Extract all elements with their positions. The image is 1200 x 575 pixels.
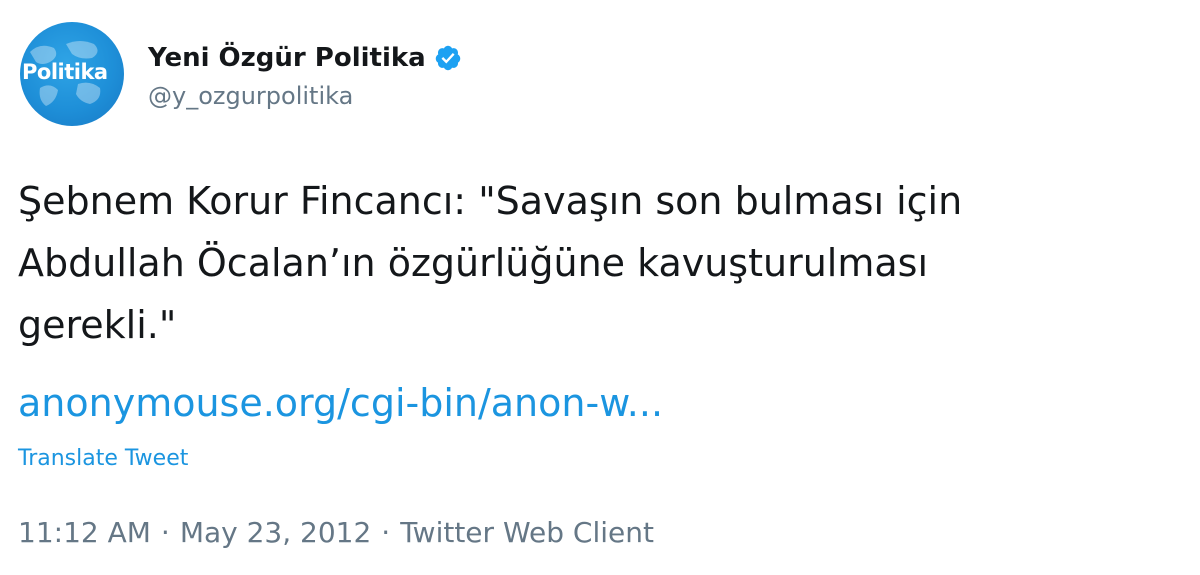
tweet-card: Politika Yeni Özgür Politika @y_ozgurpol… (0, 0, 1200, 575)
avatar[interactable]: Politika (20, 22, 124, 126)
meta-separator: · (381, 516, 391, 549)
name-row: Yeni Özgür Politika (148, 38, 462, 78)
meta-separator: · (160, 516, 170, 549)
tweet-date[interactable]: May 23, 2012 (180, 516, 371, 549)
user-handle[interactable]: @y_ozgurpolitika (148, 82, 462, 110)
tweet-link[interactable]: anonymouse.org/cgi-bin/anon-w... (18, 372, 663, 434)
tweet-time[interactable]: 11:12 AM (18, 516, 151, 549)
translate-tweet-link[interactable]: Translate Tweet (18, 446, 188, 471)
tweet-text-line: Abdullah Öcalan’ın özgürlüğüne kavuşturu… (18, 241, 929, 285)
tweet-header: Politika Yeni Özgür Politika @y_ozgurpol… (20, 22, 462, 126)
display-name[interactable]: Yeni Özgür Politika (148, 43, 426, 73)
avatar-label: Politika (22, 60, 108, 84)
tweet-text: Şebnem Korur Fincancı: "Savaşın son bulm… (18, 170, 1178, 356)
tweet-client[interactable]: Twitter Web Client (400, 516, 654, 549)
tweet-text-line: gerekli." (18, 303, 177, 347)
tweet-text-line: Şebnem Korur Fincancı: "Savaşın son bulm… (18, 179, 963, 223)
user-identity: Yeni Özgür Politika @y_ozgurpolitika (148, 38, 462, 110)
tweet-metadata: 11:12 AM · May 23, 2012 · Twitter Web Cl… (18, 516, 654, 549)
verified-badge-icon (435, 45, 460, 71)
